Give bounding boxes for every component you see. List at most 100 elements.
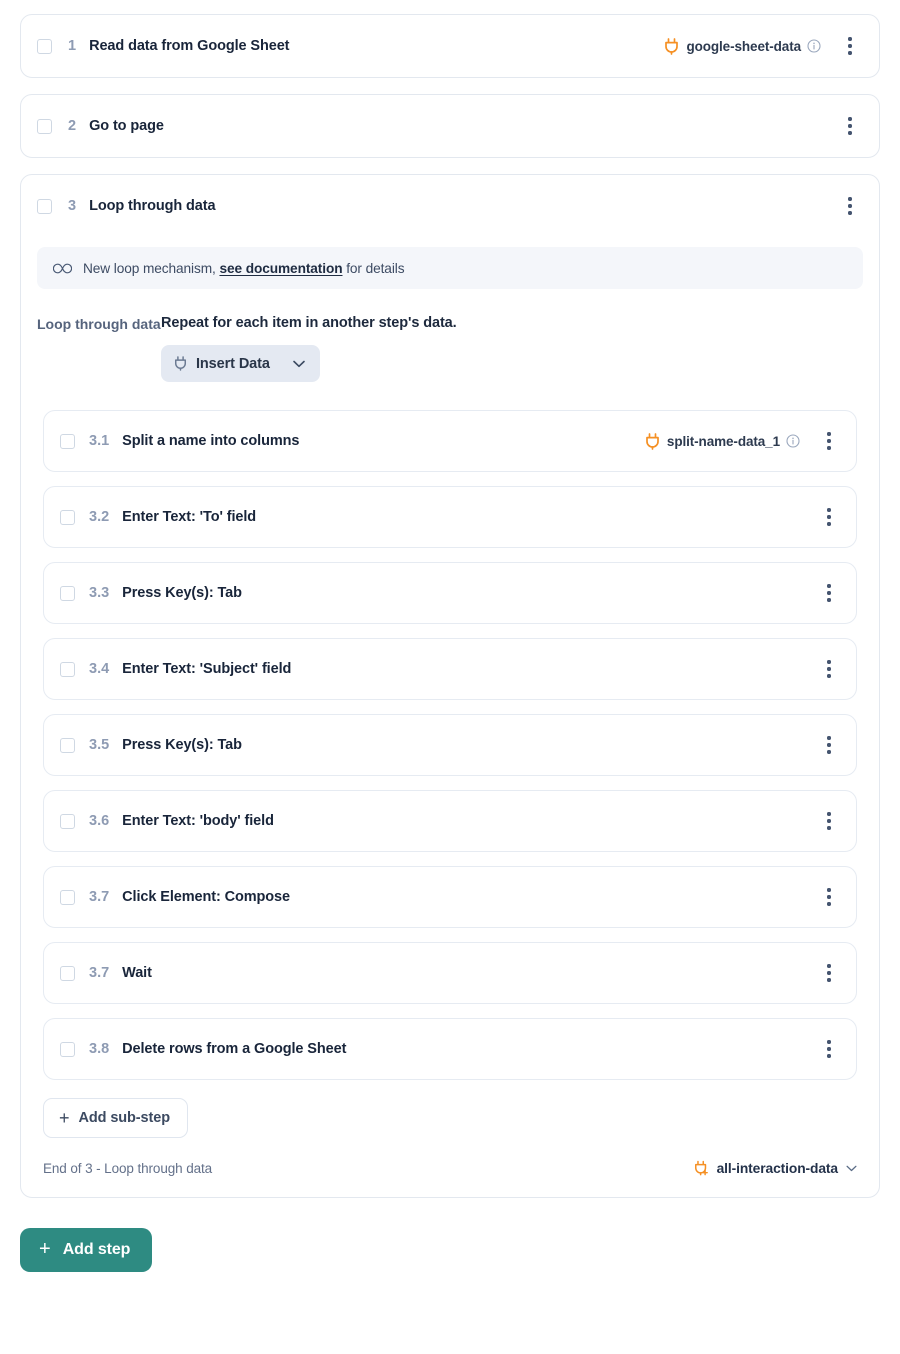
step-menu-button[interactable]: [839, 194, 861, 218]
step-menu-button[interactable]: [839, 114, 861, 138]
step-data-badge[interactable]: google-sheet-data: [664, 38, 821, 55]
substep-menu-button[interactable]: [818, 657, 840, 681]
substep-card[interactable]: 3.1 Split a name into columns split-name…: [43, 410, 857, 472]
substep-card[interactable]: 3.6 Enter Text: 'body' field: [43, 790, 857, 852]
substep-title: Click Element: Compose: [122, 889, 290, 905]
substep-number: 3.4: [89, 661, 109, 677]
loop-config-section: Loop through data Repeat for each item i…: [21, 289, 879, 382]
substep-checkbox[interactable]: [60, 890, 75, 905]
substep-checkbox[interactable]: [60, 1042, 75, 1057]
add-step-button[interactable]: + Add step: [20, 1228, 152, 1272]
substep-checkbox[interactable]: [60, 814, 75, 829]
substep-title: Split a name into columns: [122, 433, 299, 449]
substep-card[interactable]: 3.8 Delete rows from a Google Sheet: [43, 1018, 857, 1080]
plug-plus-icon: [694, 1160, 709, 1177]
notice-text-after: for details: [346, 261, 404, 276]
substep-card[interactable]: 3.7 Click Element: Compose: [43, 866, 857, 928]
substep-menu-button[interactable]: [818, 505, 840, 529]
step-number: 2: [68, 118, 76, 134]
plus-icon: +: [39, 1239, 51, 1259]
substep-number: 3.6: [89, 813, 109, 829]
substep-number: 3.5: [89, 737, 109, 753]
substep-title: Enter Text: 'Subject' field: [122, 661, 291, 677]
substep-menu-button[interactable]: [818, 809, 840, 833]
substep-row: 3.8 Delete rows from a Google Sheet: [44, 1019, 856, 1079]
footer-badge-label: all-interaction-data: [717, 1161, 838, 1176]
add-substep-wrapper: + Add sub-step: [21, 1094, 879, 1138]
substep-card[interactable]: 3.5 Press Key(s): Tab: [43, 714, 857, 776]
substep-checkbox[interactable]: [60, 966, 75, 981]
add-substep-button[interactable]: + Add sub-step: [43, 1098, 188, 1138]
loop-footer: End of 3 - Loop through data all-interac…: [21, 1138, 879, 1197]
substep-card[interactable]: 3.3 Press Key(s): Tab: [43, 562, 857, 624]
substep-menu-button[interactable]: [818, 1037, 840, 1061]
loop-config-label: Loop through data: [37, 315, 161, 382]
plug-icon: [174, 356, 187, 371]
substep-number: 3.7: [89, 965, 109, 981]
substep-row: 3.3 Press Key(s): Tab: [44, 563, 856, 623]
substep-row: 3.2 Enter Text: 'To' field: [44, 487, 856, 547]
loop-header-row: 3 Loop through data: [21, 175, 879, 237]
substep-checkbox[interactable]: [60, 586, 75, 601]
loop-output-data-badge[interactable]: all-interaction-data: [694, 1160, 857, 1177]
plug-icon: [645, 433, 660, 450]
substep-row: 3.5 Press Key(s): Tab: [44, 715, 856, 775]
loop-end-text: End of 3 - Loop through data: [43, 1161, 212, 1176]
add-substep-label: Add sub-step: [79, 1110, 170, 1126]
info-circle-icon[interactable]: [807, 39, 821, 53]
substep-menu-button[interactable]: [818, 885, 840, 909]
step-menu-button[interactable]: [839, 34, 861, 58]
substep-row: 3.7 Wait: [44, 943, 856, 1003]
step-card-1[interactable]: 1 Read data from Google Sheet google-she…: [20, 14, 880, 78]
add-step-label: Add step: [63, 1241, 131, 1259]
loop-config-body: Repeat for each item in another step's d…: [161, 315, 863, 382]
substep-checkbox[interactable]: [60, 434, 75, 449]
substep-number: 3.3: [89, 585, 109, 601]
step-row: 2 Go to page: [21, 95, 879, 157]
step-checkbox[interactable]: [37, 199, 52, 214]
step-checkbox[interactable]: [37, 39, 52, 54]
substep-row: 3.4 Enter Text: 'Subject' field: [44, 639, 856, 699]
step-card-3-loop: 3 Loop through data New loop mechanism, …: [20, 174, 880, 1198]
substep-row: 3.7 Click Element: Compose: [44, 867, 856, 927]
substep-menu-button[interactable]: [818, 961, 840, 985]
data-badge-label: split-name-data_1: [667, 434, 780, 449]
data-badge-label: google-sheet-data: [686, 39, 801, 54]
substep-number: 3.8: [89, 1041, 109, 1057]
substep-checkbox[interactable]: [60, 738, 75, 753]
step-checkbox[interactable]: [37, 119, 52, 134]
plug-icon: [664, 38, 679, 55]
substep-card[interactable]: 3.7 Wait: [43, 942, 857, 1004]
substep-title: Press Key(s): Tab: [122, 737, 242, 753]
loop-notice-text: New loop mechanism, see documentation fo…: [83, 261, 404, 276]
substep-title: Enter Text: 'body' field: [122, 813, 274, 829]
step-number: 3: [68, 198, 76, 214]
substep-row: 3.6 Enter Text: 'body' field: [44, 791, 856, 851]
step-title: Loop through data: [89, 198, 215, 214]
automation-steps-panel: 1 Read data from Google Sheet google-she…: [0, 0, 900, 1354]
substep-title: Enter Text: 'To' field: [122, 509, 256, 525]
substep-card[interactable]: 3.4 Enter Text: 'Subject' field: [43, 638, 857, 700]
chevron-down-icon: [293, 360, 305, 368]
substep-title: Wait: [122, 965, 152, 981]
step-title: Read data from Google Sheet: [89, 38, 289, 54]
substep-checkbox[interactable]: [60, 510, 75, 525]
info-circle-icon[interactable]: [786, 434, 800, 448]
infinity-icon: [53, 263, 72, 274]
substep-title: Press Key(s): Tab: [122, 585, 242, 601]
substeps-list: 3.1 Split a name into columns split-name…: [21, 382, 879, 1080]
substep-title: Delete rows from a Google Sheet: [122, 1041, 346, 1057]
substep-menu-button[interactable]: [818, 429, 840, 453]
plus-icon: +: [59, 1109, 70, 1127]
substep-data-badge[interactable]: split-name-data_1: [645, 433, 800, 450]
substep-menu-button[interactable]: [818, 581, 840, 605]
notice-text-before: New loop mechanism,: [83, 261, 216, 276]
substep-card[interactable]: 3.2 Enter Text: 'To' field: [43, 486, 857, 548]
step-title: Go to page: [89, 118, 164, 134]
insert-data-label: Insert Data: [196, 356, 270, 372]
insert-data-button[interactable]: Insert Data: [161, 345, 320, 382]
substep-menu-button[interactable]: [818, 733, 840, 757]
step-card-2[interactable]: 2 Go to page: [20, 94, 880, 158]
documentation-link[interactable]: see documentation: [219, 261, 342, 276]
substep-checkbox[interactable]: [60, 662, 75, 677]
